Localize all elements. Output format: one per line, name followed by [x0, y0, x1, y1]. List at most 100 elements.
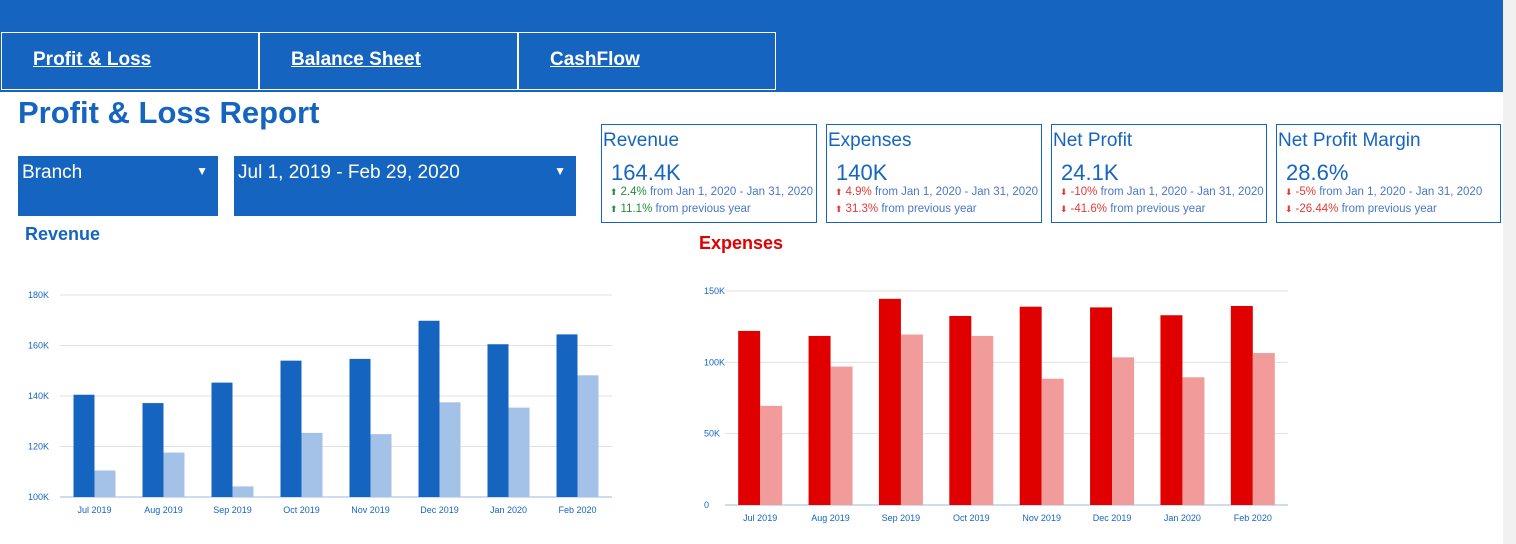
kpi-value: 164.4K [611, 160, 681, 185]
arrow-down-icon: ⬇ [1285, 187, 1293, 197]
y-tick-label: 120K [28, 442, 49, 452]
x-tick-label: Sep 2019 [213, 505, 252, 515]
bar-previous[interactable] [301, 432, 323, 497]
kpi-delta-text: from previous year [881, 203, 977, 215]
kpi-delta: -26.44% [1295, 203, 1339, 215]
x-tick-label: Jan 2020 [490, 505, 527, 515]
x-tick-label: Feb 2020 [558, 505, 596, 515]
kpi-delta-text: from previous year [655, 203, 751, 215]
bar-previous[interactable] [163, 452, 185, 497]
bar-current[interactable] [280, 360, 302, 497]
kpi-value: 28.6% [1286, 160, 1349, 185]
x-tick-label: Oct 2019 [283, 505, 320, 515]
bar-current[interactable] [1090, 307, 1113, 505]
bar-previous[interactable] [900, 334, 923, 505]
arrow-up-icon: ⬆ [835, 204, 843, 214]
y-tick-label: 0 [704, 500, 709, 510]
branch-select-value: Branch [22, 162, 83, 183]
tab-profit-and-loss[interactable]: Profit & Loss [1, 32, 259, 90]
x-tick-label: Jan 2020 [1164, 513, 1201, 523]
bar-previous[interactable] [1041, 378, 1064, 505]
x-tick-label: Sep 2019 [882, 513, 921, 523]
x-tick-label: Nov 2019 [351, 505, 390, 515]
x-tick-label: Oct 2019 [953, 513, 990, 523]
bar-current[interactable] [349, 358, 371, 497]
kpi-delta: -5% [1295, 186, 1316, 198]
y-tick-label: 140K [28, 391, 49, 401]
kpi-delta: -41.6% [1070, 203, 1107, 215]
bar-previous[interactable] [830, 366, 853, 505]
kpi-change-period: ⬇ -10% from Jan 1, 2020 - Jan 31, 2020 [1060, 186, 1264, 198]
x-tick-label: Feb 2020 [1234, 513, 1272, 523]
bar-current[interactable] [1019, 306, 1042, 505]
kpi-card-net-profit: Net Profit 24.1K ⬇ -10% from Jan 1, 2020 … [1051, 124, 1267, 223]
bar-current[interactable] [1160, 315, 1183, 505]
bar-current[interactable] [949, 315, 972, 505]
kpi-delta: -10% [1070, 186, 1098, 198]
scrollbar-track[interactable] [1503, 0, 1516, 544]
kpi-delta: 2.4% [620, 186, 647, 198]
kpi-delta: 31.3% [845, 203, 879, 215]
x-tick-label: Dec 2019 [420, 505, 459, 515]
arrow-down-icon: ⬇ [1285, 204, 1293, 214]
arrow-up-icon: ⬆ [610, 187, 618, 197]
kpi-label: Net Profit Margin [1278, 130, 1421, 151]
tab-cashflow[interactable]: CashFlow [518, 32, 776, 90]
kpi-delta-text: from Jan 1, 2020 - Jan 31, 2020 [874, 186, 1038, 198]
kpi-change-period: ⬇ -5% from Jan 1, 2020 - Jan 31, 2020 [1285, 186, 1482, 198]
kpi-delta-text: from Jan 1, 2020 - Jan 31, 2020 [1100, 186, 1264, 198]
kpi-card-expenses: Expenses 140K ⬆ 4.9% from Jan 1, 2020 - J… [826, 124, 1042, 223]
tab-balance-sheet[interactable]: Balance Sheet [259, 32, 518, 90]
bar-previous[interactable] [94, 470, 116, 497]
y-tick-label: 100K [28, 492, 49, 502]
kpi-change-period: ⬆ 4.9% from Jan 1, 2020 - Jan 31, 2020 [835, 186, 1038, 198]
kpi-delta: 11.1% [620, 203, 653, 215]
y-tick-label: 180K [28, 290, 49, 300]
bar-current[interactable] [487, 344, 509, 497]
revenue-bar-chart: 100K 120K 140K 160K 180K Jul 2019 Aug 2019 Sep … [28, 290, 612, 515]
kpi-delta-text: from Jan 1, 2020 - Jan 31, 2020 [649, 186, 813, 198]
bar-current[interactable] [878, 298, 901, 505]
branch-select[interactable]: Branch ▼ [18, 156, 218, 216]
kpi-card-revenue: Revenue 164.4K ⬆ 2.4% from Jan 1, 2020 - … [601, 124, 817, 223]
bar-current[interactable] [808, 335, 831, 505]
bar-previous[interactable] [1252, 353, 1275, 505]
x-tick-label: Jul 2019 [77, 505, 111, 515]
date-range-value: Jul 1, 2019 - Feb 29, 2020 [238, 162, 460, 183]
kpi-value: 24.1K [1061, 160, 1119, 185]
kpi-change-year: ⬆ 31.3% from previous year [835, 203, 977, 215]
caret-down-icon: ▼ [196, 164, 208, 178]
bar-previous[interactable] [439, 402, 461, 497]
arrow-down-icon: ⬇ [1060, 204, 1068, 214]
bar-current[interactable] [211, 382, 233, 497]
bar-current[interactable] [1230, 305, 1253, 505]
arrow-down-icon: ⬇ [1060, 187, 1068, 197]
kpi-label: Net Profit [1053, 130, 1133, 151]
x-tick-label: Aug 2019 [811, 513, 850, 523]
bar-current[interactable] [738, 330, 761, 505]
bar-previous[interactable] [232, 486, 254, 497]
date-range-select[interactable]: Jul 1, 2019 - Feb 29, 2020 ▼ [234, 156, 576, 216]
arrow-up-icon: ⬆ [610, 204, 618, 214]
caret-down-icon: ▼ [554, 164, 566, 178]
kpi-change-period: ⬆ 2.4% from Jan 1, 2020 - Jan 31, 2020 [610, 186, 813, 198]
bar-previous[interactable] [1112, 357, 1135, 505]
kpi-change-year: ⬇ -41.6% from previous year [1060, 203, 1205, 215]
bar-previous[interactable] [760, 405, 783, 505]
x-tick-label: Aug 2019 [144, 505, 183, 515]
bar-previous[interactable] [1182, 377, 1205, 505]
expenses-chart-title: Expenses [699, 233, 784, 253]
y-tick-label: 150K [704, 286, 725, 296]
bar-previous[interactable] [577, 375, 599, 497]
bar-previous[interactable] [971, 335, 994, 505]
y-tick-label: 100K [704, 357, 725, 367]
bar-current[interactable] [418, 320, 440, 497]
kpi-label: Expenses [828, 130, 912, 151]
x-tick-label: Dec 2019 [1093, 513, 1132, 523]
bar-current[interactable] [556, 334, 578, 497]
expenses-bar-chart: 0 50K 100K 150K Jul 2019 Aug 2019 Sep 2019 Oct … [704, 286, 1288, 523]
bar-previous[interactable] [370, 434, 392, 497]
bar-current[interactable] [142, 403, 164, 497]
bar-current[interactable] [73, 394, 95, 497]
bar-previous[interactable] [508, 407, 530, 497]
